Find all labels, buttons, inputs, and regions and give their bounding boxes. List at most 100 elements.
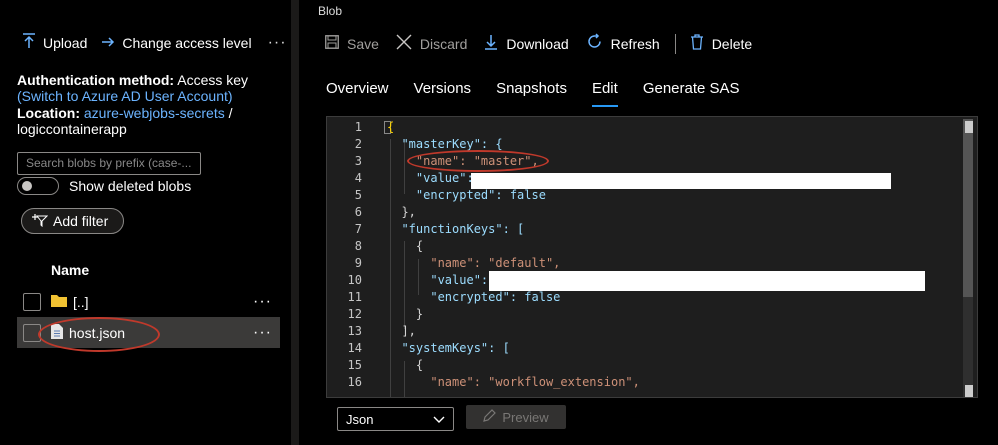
refresh-button[interactable]: Refresh — [586, 33, 660, 55]
discard-button[interactable]: Discard — [396, 34, 467, 55]
delete-label: Delete — [711, 36, 753, 52]
show-deleted-row: Show deleted blobs — [17, 177, 191, 195]
search-input[interactable]: Search blobs by prefix (case-... — [17, 152, 201, 175]
folder-icon — [51, 294, 67, 310]
blob-toolbar: Save Discard Download Refresh Delete — [325, 33, 769, 55]
blob-label: Blob — [318, 4, 343, 18]
change-access-level-label: Change access level — [122, 34, 252, 51]
line-text: { — [387, 120, 395, 134]
line-number: 15 — [347, 358, 362, 372]
line-number: 4 — [354, 171, 362, 185]
location-separator: / — [228, 105, 233, 121]
row-more-button[interactable]: ··· — [253, 293, 272, 311]
location-path: logiccontainerapp — [17, 121, 127, 137]
column-header-name[interactable]: Name — [51, 262, 89, 278]
redacted-value — [471, 173, 891, 189]
line-text: "systemKeys": [ — [387, 341, 510, 355]
left-toolbar: Upload Change access level ··· — [22, 33, 287, 52]
delete-button[interactable]: Delete — [690, 33, 753, 55]
location-label: Location: — [17, 105, 80, 121]
toolbar-separator — [674, 34, 676, 54]
line-text: "name": "default", — [387, 256, 561, 270]
close-icon — [396, 34, 412, 55]
line-number: 3 — [354, 154, 362, 168]
line-number: 12 — [347, 307, 362, 321]
add-filter-label: Add filter — [53, 213, 109, 229]
save-icon — [325, 34, 339, 54]
location-link[interactable]: azure-webjobs-secrets — [84, 105, 225, 121]
editor-scrollbar-thumb[interactable] — [963, 119, 973, 297]
auth-method-label: Authentication method: — [17, 72, 175, 88]
add-filter-button[interactable]: Add filter — [21, 208, 124, 234]
preview-button[interactable]: Preview — [466, 405, 566, 429]
line-number: 2 — [354, 137, 362, 151]
line-text: { — [387, 239, 424, 253]
auth-method: Authentication method: Access key (Switc… — [17, 72, 287, 104]
language-select-value: Json — [346, 411, 374, 427]
line-text: "functionKeys": [ — [387, 222, 525, 236]
save-label: Save — [347, 36, 379, 52]
annotation-circle-host-json — [38, 317, 160, 352]
list-item-name: [..] — [73, 293, 89, 310]
filter-add-icon — [32, 213, 49, 230]
tab-generate-sas[interactable]: Generate SAS — [643, 80, 740, 107]
line-number: 7 — [354, 222, 362, 236]
line-text: "value": — [387, 171, 474, 185]
language-select[interactable]: Json — [337, 407, 454, 431]
change-access-level-button[interactable]: Change access level — [101, 34, 252, 51]
list-item[interactable]: [..] ··· — [17, 286, 280, 317]
show-deleted-label: Show deleted blobs — [69, 178, 192, 194]
pane-divider — [291, 0, 299, 445]
line-number: 6 — [354, 205, 362, 219]
pencil-icon — [483, 409, 497, 425]
line-text: { — [387, 358, 424, 372]
line-number: 5 — [354, 188, 362, 202]
row-more-button[interactable]: ··· — [253, 324, 272, 342]
tab-snapshots[interactable]: Snapshots — [496, 80, 567, 107]
tab-bar: Overview Versions Snapshots Edit Generat… — [326, 80, 765, 107]
scrollbar-marker — [965, 385, 973, 397]
download-button[interactable]: Download — [484, 34, 569, 55]
left-pane: Upload Change access level ··· Authentic… — [0, 0, 290, 445]
refresh-icon — [586, 33, 603, 55]
location: Location: azure-webjobs-secrets / logicc… — [17, 105, 287, 137]
switch-auth-link[interactable]: (Switch to Azure AD User Account) — [17, 88, 233, 104]
auth-method-value: Access key — [177, 72, 249, 88]
refresh-label: Refresh — [610, 36, 660, 52]
download-icon — [484, 34, 498, 55]
save-button[interactable]: Save — [325, 34, 379, 54]
redacted-value — [489, 271, 925, 291]
line-text: "encrypted": false — [387, 290, 561, 304]
scrollbar-marker — [965, 121, 973, 133]
upload-button[interactable]: Upload — [22, 33, 87, 52]
upload-label: Upload — [43, 34, 88, 51]
trash-icon — [690, 33, 704, 55]
line-number: 9 — [354, 256, 362, 270]
chevron-down-icon — [433, 412, 445, 427]
line-number: 13 — [347, 324, 362, 338]
line-text: "name": "workflow_extension", — [387, 375, 640, 389]
arrow-right-icon — [101, 35, 115, 51]
row-checkbox[interactable] — [23, 292, 41, 311]
line-number: 11 — [347, 290, 362, 304]
line-number: 8 — [354, 239, 362, 253]
tab-overview[interactable]: Overview — [326, 80, 389, 107]
line-text: }, — [387, 205, 416, 219]
line-number: 1 — [354, 120, 362, 134]
line-text: "encrypted": false — [387, 188, 546, 202]
upload-icon — [22, 33, 36, 52]
discard-label: Discard — [419, 36, 468, 52]
line-number: 14 — [347, 341, 362, 355]
line-text: "value": — [387, 273, 489, 287]
line-text: ], — [387, 324, 416, 338]
show-deleted-toggle[interactable] — [17, 177, 59, 195]
download-label: Download — [506, 36, 569, 52]
annotation-circle-master — [407, 150, 549, 172]
tab-edit[interactable]: Edit — [591, 80, 618, 107]
tab-versions[interactable]: Versions — [414, 80, 472, 107]
code-editor[interactable]: 1{ 2 "masterKey": { 3 "name": "master", … — [326, 116, 978, 398]
preview-label: Preview — [502, 409, 549, 425]
more-options-button[interactable]: ··· — [268, 34, 287, 52]
line-number: 10 — [347, 273, 362, 287]
line-text: } — [387, 307, 424, 321]
